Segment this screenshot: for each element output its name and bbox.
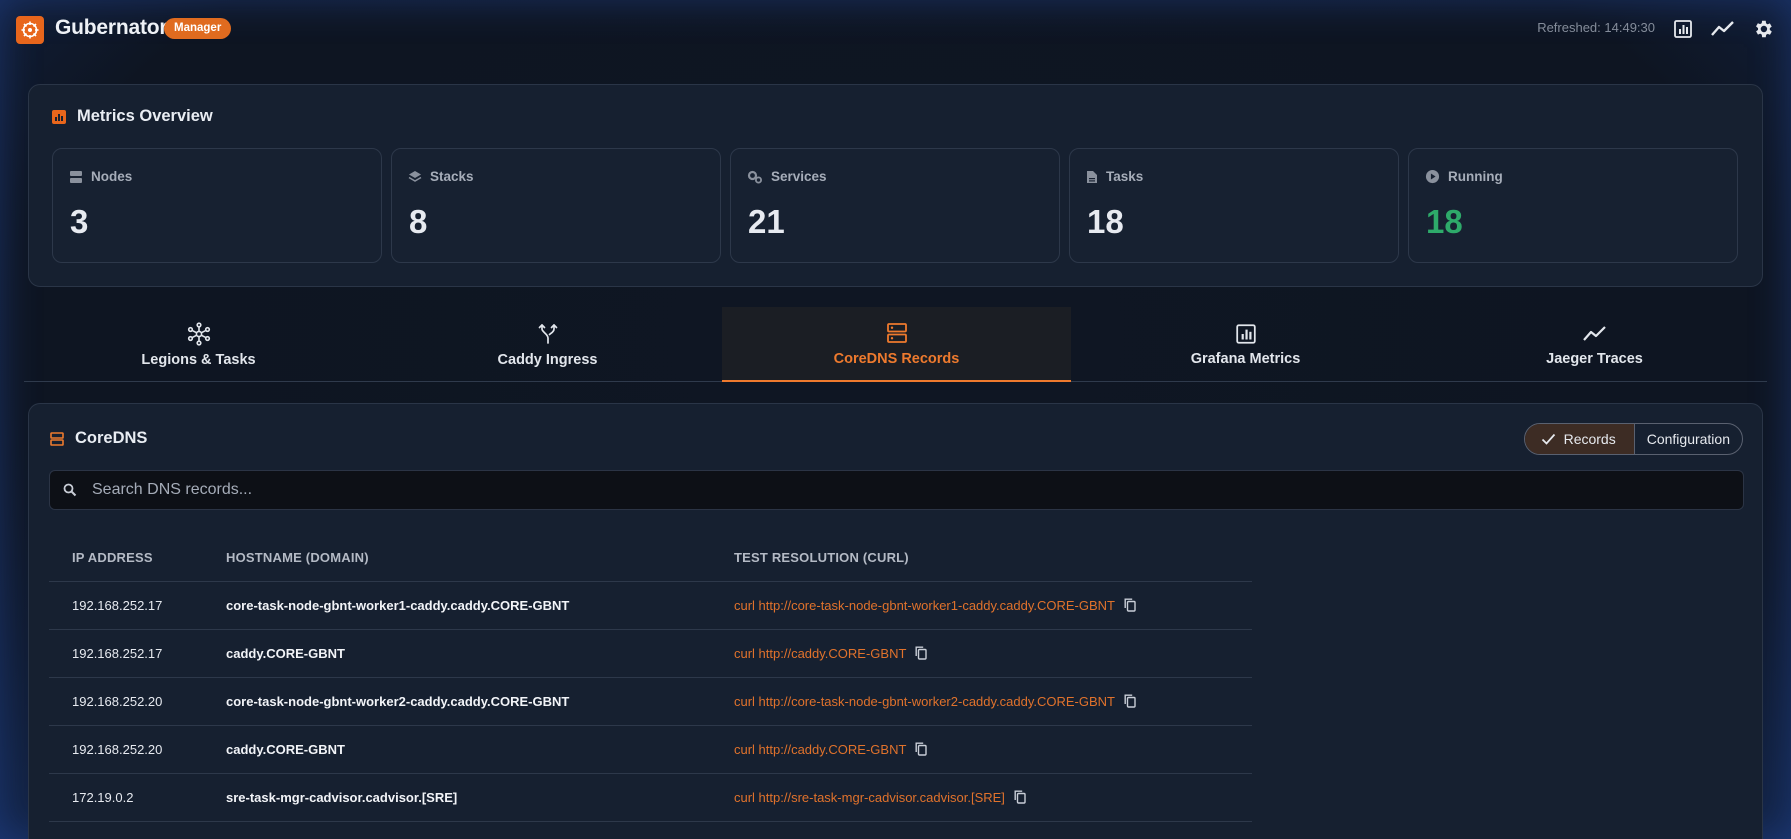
copy-icon[interactable] bbox=[1124, 598, 1136, 612]
dns-search-box bbox=[49, 470, 1744, 510]
stat-tasks: Tasks 18 bbox=[1069, 148, 1399, 263]
hostname-cell: caddy.CORE-GBNT bbox=[203, 629, 711, 678]
stat-value: 18 bbox=[1087, 203, 1124, 240]
tab-label: Grafana Metrics bbox=[1190, 350, 1301, 367]
app-title: Gubernator bbox=[55, 16, 168, 39]
document-icon bbox=[1087, 170, 1097, 183]
tab-coredns-records[interactable]: CoreDNS Records bbox=[722, 307, 1071, 382]
copy-icon[interactable] bbox=[1124, 694, 1136, 708]
trend-line-icon bbox=[1582, 325, 1606, 341]
ip-cell: 172.19.0.2 bbox=[49, 773, 203, 822]
copy-icon[interactable] bbox=[1014, 790, 1026, 804]
curl-command[interactable]: curl http://caddy.CORE-GBNT bbox=[734, 742, 906, 757]
records-toggle-button[interactable]: Records bbox=[1524, 424, 1635, 454]
curl-cell: curl http://caddy.CORE-GBNT bbox=[711, 629, 1252, 678]
table-row: 192.168.252.20 caddy.CORE-GBNT curl http… bbox=[49, 725, 1252, 774]
dns-icon bbox=[50, 431, 64, 446]
checkmark-icon bbox=[1541, 433, 1555, 445]
ip-cell: 192.168.252.17 bbox=[49, 581, 203, 630]
chart-icon bbox=[52, 109, 66, 124]
tab-label: Jaeger Traces bbox=[1546, 350, 1643, 367]
hostname-cell: core-task-node-gbnt-worker1-caddy.caddy.… bbox=[203, 581, 711, 630]
curl-command[interactable]: curl http://core-task-node-gbnt-worker2-… bbox=[734, 694, 1115, 709]
stat-services: Services 21 bbox=[730, 148, 1060, 263]
dns-search-input[interactable] bbox=[92, 471, 1732, 509]
table-row: 172.19.0.2 sre-task-mgr-cadvisor.cadviso… bbox=[49, 773, 1252, 822]
tab-label: Legions & Tasks bbox=[141, 351, 256, 368]
stat-running: Running 18 bbox=[1408, 148, 1738, 263]
column-header-hostname[interactable]: HOSTNAME (DOMAIN) bbox=[203, 534, 711, 582]
gears-icon bbox=[747, 170, 762, 183]
coredns-card: CoreDNS Records Configuration IP ADDRESS… bbox=[28, 403, 1763, 839]
metrics-overview-card: Metrics Overview Nodes 3 Stacks 8 Servic… bbox=[28, 84, 1763, 287]
metrics-title: Metrics Overview bbox=[51, 107, 213, 126]
merge-arrows-icon bbox=[538, 323, 557, 344]
refresh-timestamp: Refreshed: 14:49:30 bbox=[1537, 20, 1655, 35]
search-icon bbox=[63, 483, 77, 497]
hostname-cell: core-task-node-gbnt-worker2-caddy.caddy.… bbox=[203, 677, 711, 726]
ip-cell: 192.168.252.20 bbox=[49, 725, 203, 774]
curl-command[interactable]: curl http://caddy.CORE-GBNT bbox=[734, 646, 906, 661]
hostname-cell: sre-task-mgr-cadvisor.cadvisor.[SRE] bbox=[203, 773, 711, 822]
stat-value: 8 bbox=[409, 203, 428, 240]
stat-stacks: Stacks 8 bbox=[391, 148, 721, 263]
coredns-title: CoreDNS bbox=[49, 429, 147, 448]
stat-value: 21 bbox=[748, 203, 785, 240]
dns-records-table: IP ADDRESS HOSTNAME (DOMAIN) TEST RESOLU… bbox=[49, 534, 1252, 822]
curl-cell: curl http://core-task-node-gbnt-worker2-… bbox=[711, 677, 1252, 726]
stat-value: 18 bbox=[1426, 203, 1463, 240]
copy-icon[interactable] bbox=[915, 742, 928, 756]
table-row: 192.168.252.17 caddy.CORE-GBNT curl http… bbox=[49, 629, 1252, 678]
play-circle-icon bbox=[1425, 169, 1440, 184]
tab-label: Caddy Ingress bbox=[497, 351, 598, 368]
table-row: 192.168.252.20 core-task-node-gbnt-worke… bbox=[49, 677, 1252, 726]
curl-command[interactable]: curl http://core-task-node-gbnt-worker1-… bbox=[734, 598, 1115, 613]
tab-legions-tasks[interactable]: Legions & Tasks bbox=[24, 307, 373, 382]
layers-icon bbox=[408, 170, 422, 182]
ip-cell: 192.168.252.17 bbox=[49, 629, 203, 678]
tab-jaeger-traces[interactable]: Jaeger Traces bbox=[1420, 307, 1769, 382]
dns-icon bbox=[886, 322, 907, 343]
ip-cell: 192.168.252.20 bbox=[49, 677, 203, 726]
hostname-cell: caddy.CORE-GBNT bbox=[203, 725, 711, 774]
column-header-curl[interactable]: TEST RESOLUTION (CURL) bbox=[711, 534, 1252, 582]
app-window: Gubernator Manager Refreshed: 14:49:30 M… bbox=[0, 0, 1791, 839]
view-toggle: Records Configuration bbox=[1523, 423, 1743, 455]
role-badge: Manager bbox=[164, 18, 232, 39]
server-icon bbox=[70, 170, 82, 183]
stat-value: 3 bbox=[70, 203, 89, 240]
tab-caddy-ingress[interactable]: Caddy Ingress bbox=[373, 307, 722, 382]
tab-grafana-metrics[interactable]: Grafana Metrics bbox=[1071, 307, 1420, 382]
curl-cell: curl http://core-task-node-gbnt-worker1-… bbox=[711, 581, 1252, 630]
main-tabs: Legions & Tasks Caddy Ingress CoreDNS Re… bbox=[24, 307, 1767, 382]
curl-cell: curl http://sre-task-mgr-cadvisor.cadvis… bbox=[711, 773, 1252, 822]
curl-cell: curl http://caddy.CORE-GBNT bbox=[711, 725, 1252, 774]
curl-command[interactable]: curl http://sre-task-mgr-cadvisor.cadvis… bbox=[734, 790, 1005, 805]
stat-nodes: Nodes 3 bbox=[52, 148, 382, 263]
bar-chart-icon bbox=[1235, 323, 1256, 344]
trend-line-icon[interactable] bbox=[1710, 16, 1736, 42]
table-header-row: IP ADDRESS HOSTNAME (DOMAIN) TEST RESOLU… bbox=[49, 534, 1252, 582]
tab-label: CoreDNS Records bbox=[833, 350, 960, 367]
settings-gear-icon[interactable] bbox=[1750, 16, 1776, 42]
copy-icon[interactable] bbox=[915, 646, 928, 660]
top-bar: Gubernator Manager Refreshed: 14:49:30 bbox=[0, 0, 1791, 56]
app-logo-icon[interactable] bbox=[16, 16, 44, 44]
column-header-ip[interactable]: IP ADDRESS bbox=[49, 534, 203, 582]
table-row: 192.168.252.17 core-task-node-gbnt-worke… bbox=[49, 581, 1252, 630]
configuration-toggle-button[interactable]: Configuration bbox=[1635, 424, 1742, 454]
network-hub-icon bbox=[187, 321, 210, 346]
bar-chart-icon[interactable] bbox=[1670, 16, 1696, 42]
